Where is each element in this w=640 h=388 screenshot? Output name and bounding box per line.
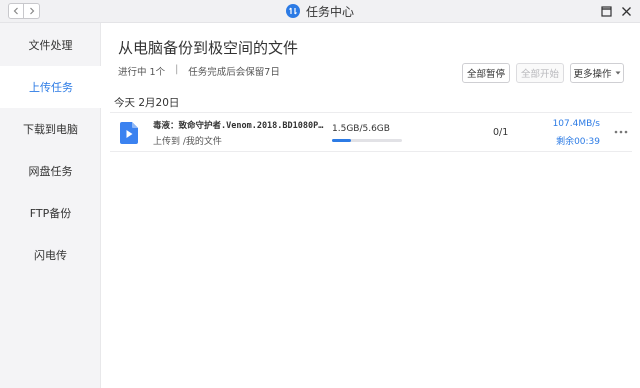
pause-all-label: 全部暂停: [466, 69, 505, 80]
caret-down-icon: [615, 71, 620, 75]
video-file-icon: [120, 122, 138, 144]
more-horizontal-icon: [614, 130, 628, 134]
start-all-label: 全部开始: [520, 69, 559, 80]
task-more-button[interactable]: [614, 127, 628, 137]
maximize-button[interactable]: [600, 5, 612, 17]
in-progress-count: 进行中 1个: [118, 67, 166, 78]
window-title-group: 任务中心: [0, 0, 640, 22]
task-size: 1.5GB/5.6GB: [332, 124, 390, 134]
sidebar-item-file-processing[interactable]: 文件处理: [0, 24, 101, 66]
retention-note: 任务完成后会保留7日: [188, 67, 280, 78]
task-file-count: 0/1: [493, 127, 509, 138]
date-group-header: 今天 2月20日: [114, 97, 180, 109]
status-separator: |: [175, 64, 179, 75]
task-file-name: 毒液：致命守护者.Venom.2018.BD1080P.X264.AAC.Eng…: [153, 121, 325, 131]
more-actions-button[interactable]: 更多操作: [570, 63, 624, 83]
task-progress-fill: [332, 139, 351, 142]
app-logo-icon: [285, 4, 300, 18]
sidebar: 文件处理 上传任务 下载到电脑 网盘任务 FTP备份 闪电传: [0, 23, 102, 388]
sidebar-item-flash-transfer[interactable]: 闪电传: [0, 234, 101, 276]
sidebar-item-download-to-pc[interactable]: 下载到电脑: [0, 108, 101, 150]
status-line: 进行中 1个 | 任务完成后会保留7日: [118, 64, 280, 78]
task-progress-bar: [332, 139, 402, 142]
page-title: 从电脑备份到极空间的文件: [118, 39, 299, 57]
sidebar-item-ftp-backup[interactable]: FTP备份: [0, 192, 101, 234]
maximize-icon: [600, 5, 612, 17]
window-title: 任务中心: [305, 4, 354, 19]
task-destination: 上传到 /我的文件: [153, 137, 222, 147]
task-row[interactable]: 毒液：致命守护者.Venom.2018.BD1080P.X264.AAC.Eng…: [110, 112, 632, 152]
task-speed: 107.4MB/s: [552, 119, 600, 129]
close-icon: [621, 6, 631, 16]
sidebar-item-cloud-tasks[interactable]: 网盘任务: [0, 150, 101, 192]
title-bar: 任务中心: [0, 0, 640, 23]
close-button[interactable]: [620, 5, 632, 17]
sidebar-item-upload-tasks[interactable]: 上传任务: [0, 66, 102, 108]
main-panel: 从电脑备份到极空间的文件 进行中 1个 | 任务完成后会保留7日 全部暂停 全部…: [102, 23, 640, 388]
start-all-button[interactable]: 全部开始: [516, 63, 564, 83]
pause-all-button[interactable]: 全部暂停: [462, 63, 510, 83]
more-actions-label: 更多操作: [573, 69, 612, 80]
task-remaining-time: 剩余00:39: [556, 137, 600, 147]
